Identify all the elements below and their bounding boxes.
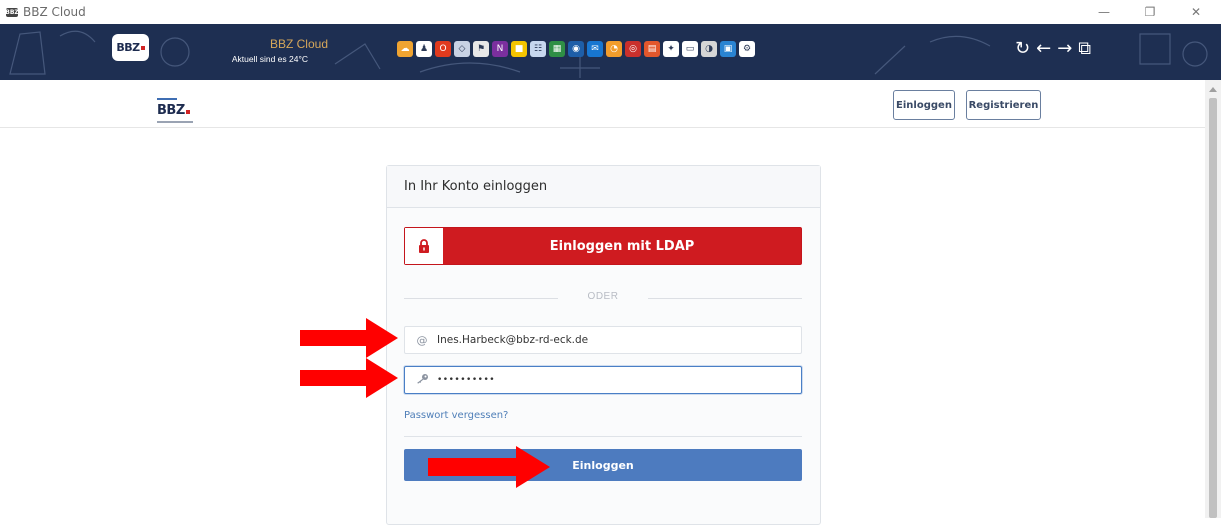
meeting-icon[interactable]: ♟ <box>416 41 432 57</box>
app-icon: BBZ <box>5 7 19 17</box>
scrollbar-thumb[interactable] <box>1209 98 1217 518</box>
navigation-controls: ↻ ← → ⧉ <box>1015 38 1091 59</box>
bbz-logo[interactable]: BBZ <box>112 34 149 61</box>
app-icon-bar: ☁ ♟ O ◇ ⚑ N ■ ☷ ▦ ◉ ✉ ◔ ◎ ▤ ✦ ▭ ◑ ▣ ⚙ <box>397 41 755 57</box>
logo-subline <box>157 121 193 123</box>
key-icon-svg <box>416 374 428 384</box>
sitemap-icon[interactable]: ☷ <box>530 41 546 57</box>
window-title: BBZ Cloud <box>23 5 86 19</box>
app-icon-label: BBZ <box>5 8 19 16</box>
pin-icon[interactable]: ⚑ <box>473 41 489 57</box>
header-login-button[interactable]: Einloggen <box>893 90 955 120</box>
gauge-icon[interactable]: ◑ <box>701 41 717 57</box>
login-title: In Ihr Konto einloggen <box>404 179 548 194</box>
minimize-button[interactable]: — <box>1081 0 1127 24</box>
form-separator <box>404 436 802 437</box>
chalkboard-icon[interactable]: ▦ <box>549 41 565 57</box>
ldap-login-button[interactable]: Einloggen mit LDAP <box>404 227 802 265</box>
close-button[interactable]: ✕ <box>1173 0 1219 24</box>
weather-text: Aktuell sind es 24°C <box>231 54 308 64</box>
site-logo[interactable]: BBZ <box>157 98 197 123</box>
annotation-arrow-password <box>300 358 398 398</box>
password-value: •••••••••• <box>437 375 496 385</box>
app-toolbar: BBZ BBZ Cloud Aktuell sind es 24°C ☁ ♟ O ◇ ⚑… <box>0 24 1221 80</box>
book-icon[interactable]: ▤ <box>644 41 660 57</box>
scroll-up-arrow-icon <box>1209 86 1217 92</box>
shield-icon[interactable]: ◇ <box>454 41 470 57</box>
copy-icon[interactable]: ⧉ <box>1078 38 1091 59</box>
window-titlebar: BBZ BBZ Cloud <box>0 0 1221 24</box>
key-icon <box>413 373 431 387</box>
scroll-up-button[interactable] <box>1205 82 1221 96</box>
scrollbar[interactable] <box>1205 80 1221 518</box>
record-icon[interactable]: ◉ <box>568 41 584 57</box>
lock-icon <box>419 239 429 253</box>
restore-button[interactable]: ❐ <box>1127 0 1173 24</box>
ldap-login-label: Einloggen mit LDAP <box>549 238 695 254</box>
cloud-icon[interactable]: ☁ <box>397 41 413 57</box>
lock-icon-box <box>405 228 443 264</box>
logo-dot <box>140 45 145 50</box>
outlook-icon[interactable]: ✉ <box>587 41 603 57</box>
office-icon[interactable]: O <box>435 41 451 57</box>
clock-icon[interactable]: ◔ <box>606 41 622 57</box>
target-icon[interactable]: ◎ <box>625 41 641 57</box>
form-icon[interactable]: ▣ <box>720 41 736 57</box>
email-field[interactable]: @ Ines.Harbeck@bbz-rd-eck.de <box>404 326 802 354</box>
email-value: Ines.Harbeck@bbz-rd-eck.de <box>437 334 589 346</box>
forward-arrow-icon[interactable]: → <box>1057 38 1072 59</box>
annotation-arrow-email <box>300 318 398 358</box>
card-header: In Ihr Konto einloggen <box>387 166 820 208</box>
reader-icon[interactable]: ▭ <box>682 41 698 57</box>
reload-icon[interactable]: ↻ <box>1015 38 1030 59</box>
or-divider-text: ODER <box>558 291 648 302</box>
logo-bar <box>157 98 177 100</box>
back-arrow-icon[interactable]: ← <box>1036 38 1051 59</box>
password-field[interactable]: •••••••••• <box>404 366 802 394</box>
bbz-logo-text: BBZ <box>116 41 140 54</box>
site-logo-text: BBZ <box>157 103 185 118</box>
link-icon[interactable]: ✦ <box>663 41 679 57</box>
page-header: BBZ Einloggen Registrieren <box>0 80 1205 128</box>
gear-icon[interactable]: ⚙ <box>739 41 755 57</box>
at-icon: @ <box>416 333 428 347</box>
sticky-note-icon[interactable]: ■ <box>511 41 527 57</box>
annotation-arrow-login <box>428 446 550 488</box>
register-button[interactable]: Registrieren <box>966 90 1041 120</box>
logo-dot <box>185 110 190 114</box>
forgot-password-link[interactable]: Passwort vergessen? <box>404 410 508 421</box>
onenote-icon[interactable]: N <box>492 41 508 57</box>
cloud-title: BBZ Cloud <box>269 37 328 51</box>
